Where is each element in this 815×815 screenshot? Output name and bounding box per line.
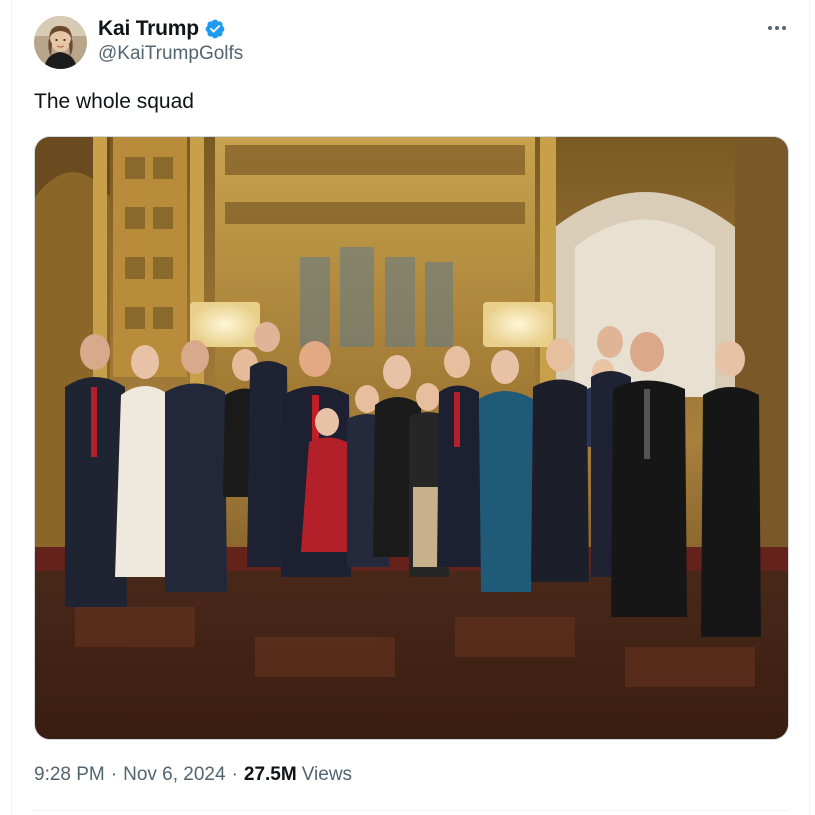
- more-horizontal-icon-dot: [782, 26, 786, 30]
- divider: [34, 810, 789, 811]
- views-label[interactable]: Views: [302, 764, 352, 786]
- more-horizontal-icon-dot: [775, 26, 779, 30]
- author-handle[interactable]: @KaiTrumpGolfs: [98, 43, 243, 65]
- meta-separator: ·: [231, 764, 238, 785]
- more-options-button[interactable]: [764, 16, 790, 40]
- tweet-text: The whole squad: [34, 90, 194, 113]
- verified-badge-icon[interactable]: [204, 18, 226, 40]
- views-count[interactable]: 27.5M: [244, 764, 297, 786]
- author-name-row[interactable]: Kai Trump: [98, 15, 226, 43]
- tweet-meta: 9:28 PM · Nov 6, 2024 · 27.5M Views: [34, 764, 352, 786]
- tweet-date[interactable]: Nov 6, 2024: [123, 764, 225, 786]
- tweet-page: Kai Trump @KaiTrumpGolfs The whole squad: [0, 0, 815, 815]
- tweet-time[interactable]: 9:28 PM: [34, 764, 105, 786]
- meta-separator: ·: [110, 764, 118, 785]
- more-horizontal-icon: [768, 26, 772, 30]
- avatar[interactable]: [34, 16, 87, 69]
- tweet-photo[interactable]: [34, 136, 789, 740]
- author-display-name[interactable]: Kai Trump: [98, 17, 199, 41]
